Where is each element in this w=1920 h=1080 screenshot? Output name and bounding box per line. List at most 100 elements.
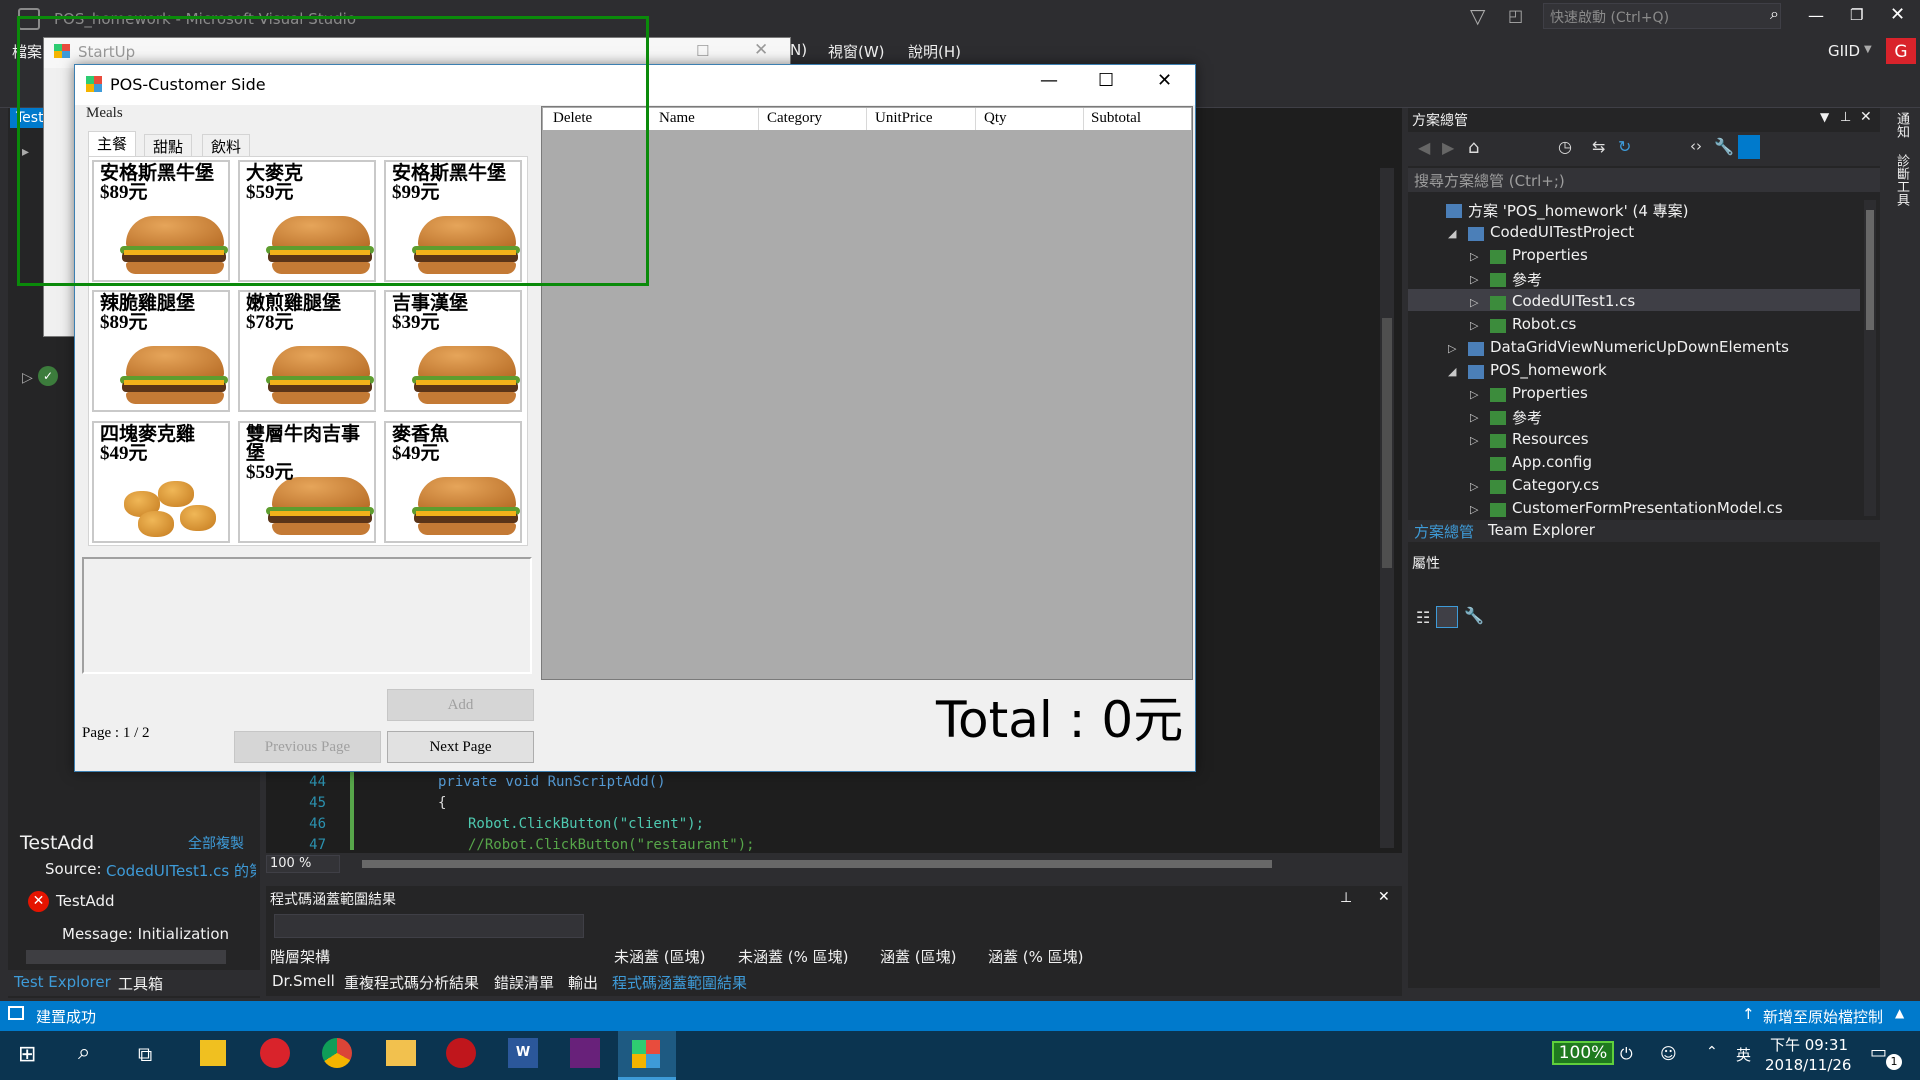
menu-window[interactable]: 視窗(W) (828, 41, 885, 62)
zoom-select[interactable]: 100 % (266, 855, 340, 873)
tab-errors[interactable]: 錯誤清單 (494, 972, 554, 993)
editor-hscroll-thumb[interactable] (362, 860, 1272, 868)
tree-expander-icon[interactable]: ▷ (1470, 273, 1478, 286)
categorized-icon[interactable]: ☷ (1416, 608, 1430, 627)
search-icon[interactable]: ⌕ (78, 1040, 90, 1065)
grid-col-unitprice[interactable]: UnitPrice (875, 110, 933, 127)
file-explorer-icon[interactable] (386, 1040, 416, 1066)
task-view-icon[interactable]: ⧉ (138, 1042, 152, 1066)
battery-indicator[interactable]: 100% (1552, 1041, 1614, 1065)
solution-tree-item[interactable]: Properties (1512, 384, 1588, 402)
code-view-icon[interactable]: ‹› (1690, 137, 1702, 155)
tree-expander-icon[interactable]: ▷ (1470, 480, 1478, 493)
sync-icon[interactable]: ⇆ (1592, 137, 1605, 156)
tree-expander-icon[interactable]: ▷ (1470, 296, 1478, 309)
tree-expander-icon[interactable]: ▷ (1470, 503, 1478, 516)
home-icon[interactable]: ⌂ (1468, 137, 1479, 158)
code-line[interactable]: Robot.ClickButton("client"); (468, 816, 704, 832)
quick-launch-input[interactable]: 快速啟動 (Ctrl+Q) (1543, 3, 1781, 29)
refresh-icon[interactable]: ↻ (1618, 137, 1631, 156)
side-tab-diagnostics[interactable]: 診斷工具 (1892, 154, 1911, 206)
back-icon[interactable]: ◀ (1418, 138, 1430, 157)
next-page-button[interactable]: Next Page (387, 731, 534, 763)
solution-tree-item[interactable]: Category.cs (1512, 476, 1599, 494)
solution-tree-item[interactable]: Robot.cs (1512, 315, 1576, 333)
meal-button[interactable]: 辣脆雞腿堡 $89元 (92, 290, 230, 412)
solution-tree-item[interactable]: CodedUITestProject (1490, 223, 1634, 241)
meal-button[interactable]: 四塊麥克雞 $49元 (92, 421, 230, 543)
pin-icon[interactable]: ⊥ (1840, 110, 1851, 125)
pin-icon[interactable]: ⊥ (1340, 890, 1352, 906)
startup-close-button[interactable]: ✕ (754, 40, 768, 60)
solution-tree-item[interactable]: CodedUITest1.cs (1512, 292, 1635, 310)
user-chevron-icon[interactable]: ▼ (1864, 44, 1872, 55)
history-icon[interactable]: ◷ (1558, 137, 1572, 156)
feedback-icon[interactable]: ◰ (1508, 6, 1523, 25)
tree-expander-icon[interactable]: ▷ (1470, 250, 1478, 263)
preview-icon[interactable] (1738, 135, 1760, 159)
word-icon[interactable]: W (508, 1038, 538, 1068)
solution-tree-item[interactable]: Resources (1512, 430, 1589, 448)
coverage-col-hierarchy[interactable]: 階層架構 (270, 946, 330, 967)
tab-duplicate[interactable]: 重複程式碼分析結果 (344, 972, 479, 993)
expand-icon[interactable]: ▷ (22, 370, 33, 386)
solution-search-input[interactable]: 搜尋方案總管 (Ctrl+;) (1408, 168, 1880, 192)
visual-studio-icon[interactable] (570, 1038, 600, 1068)
detail-hscroll[interactable] (26, 950, 226, 964)
solution-vscroll-thumb[interactable] (1866, 210, 1874, 330)
tab-toolbox[interactable]: 工具箱 (118, 973, 163, 994)
grid-col-category[interactable]: Category (767, 110, 822, 127)
search-icon[interactable]: ⌕ (1770, 4, 1779, 24)
ime-indicator[interactable]: 英 (1736, 1044, 1751, 1065)
panel-close-icon[interactable]: ✕ (1860, 109, 1872, 125)
tree-expander-icon[interactable]: ▷ (1470, 411, 1478, 424)
tab-drsmell[interactable]: Dr.Smell (272, 972, 335, 990)
solution-tree-item[interactable]: CustomerFormPresentationModel.cs (1512, 499, 1783, 517)
tab-solution-explorer[interactable]: 方案總管 (1414, 521, 1474, 542)
solution-tree-item[interactable]: Properties (1512, 246, 1588, 264)
solution-tree-item[interactable]: DataGridViewNumericUpDownElements (1490, 338, 1789, 356)
tray-chevron-icon[interactable]: ⌃ (1706, 1044, 1718, 1060)
pos-close-button[interactable]: ✕ (1157, 70, 1172, 91)
startup-restore-button[interactable]: ☐ (696, 42, 709, 60)
windows-start-icon[interactable]: ⊞ (18, 1042, 36, 1067)
coverage-col-covered[interactable]: 涵蓋 (區塊) (880, 946, 956, 967)
tree-expander-icon[interactable]: ▷ (1470, 319, 1478, 332)
grid-col-qty[interactable]: Qty (984, 110, 1007, 127)
store-icon[interactable] (200, 1040, 226, 1066)
code-line[interactable]: private void RunScriptAdd() (438, 774, 666, 790)
tree-expander-icon[interactable]: ▷ (1470, 434, 1478, 447)
minimize-button[interactable]: — (1808, 6, 1824, 25)
pos-maximize-button[interactable]: ☐ (1098, 70, 1114, 91)
wrench-icon[interactable]: 🔧 (1714, 137, 1734, 156)
menu-help[interactable]: 說明(H) (908, 41, 961, 62)
filter-icon[interactable]: ▽ (1470, 4, 1485, 28)
clock-date[interactable]: 2018/11/26 (1765, 1056, 1851, 1074)
app-garena-icon[interactable] (446, 1038, 476, 1068)
meal-button[interactable]: 吉事漢堡 $39元 (384, 290, 522, 412)
dropdown-icon[interactable]: ▼ (1820, 110, 1829, 124)
tab-output[interactable]: 輸出 (568, 972, 598, 993)
meal-button[interactable]: 麥香魚 $49元 (384, 421, 522, 543)
user-name[interactable]: GIID (1828, 42, 1860, 60)
power-plug-icon[interactable]: ⏻ (1620, 1044, 1633, 1064)
clock-time[interactable]: 下午 09:31 (1770, 1034, 1848, 1055)
coverage-col-uncovered-pct[interactable]: 未涵蓋 (% 區塊) (738, 946, 849, 967)
description-box[interactable] (82, 557, 532, 674)
alphabetical-icon[interactable] (1436, 606, 1458, 628)
tab-test-explorer[interactable]: Test Explorer (14, 973, 111, 991)
grid-col-subtotal[interactable]: Subtotal (1091, 110, 1141, 127)
tree-expander-icon[interactable]: ◢ (1448, 227, 1456, 240)
forward-icon[interactable]: ▶ (1442, 138, 1454, 157)
meal-button[interactable]: 雙層牛肉吉事堡 $59元 (238, 421, 376, 543)
meal-button[interactable]: 嫩煎雞腿堡 $78元 (238, 290, 376, 412)
editor-vscroll-thumb[interactable] (1382, 318, 1392, 568)
menu-partial[interactable]: N) (790, 41, 807, 59)
solution-tree-item[interactable]: POS_homework (1490, 361, 1607, 379)
chrome-icon[interactable] (322, 1038, 352, 1068)
tree-expander-icon[interactable]: ▷ (1448, 342, 1456, 355)
pos-minimize-button[interactable]: — (1040, 70, 1058, 91)
coverage-col-covered-pct[interactable]: 涵蓋 (% 區塊) (988, 946, 1084, 967)
solution-tree-item[interactable]: App.config (1512, 453, 1592, 471)
solution-tree-item[interactable]: 方案 'POS_homework' (4 專案) (1468, 200, 1689, 221)
